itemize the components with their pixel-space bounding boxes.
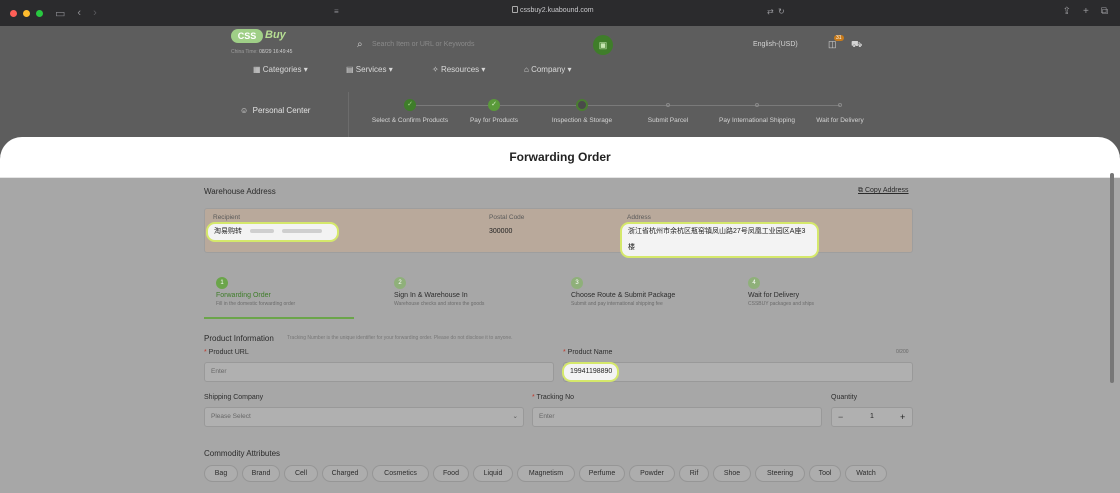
sidebar-toggle-icon[interactable]: ▭ (55, 7, 65, 20)
attribute-chip-bag[interactable]: Bag (204, 465, 238, 482)
tab-overview-icon[interactable]: ⧉ (1101, 6, 1108, 17)
attribute-chip-brand[interactable]: Brand (242, 465, 280, 482)
grid-icon: ▦ (253, 65, 263, 74)
flow-step-4: 4 Wait for Delivery CSSBUY packages and … (748, 277, 814, 307)
pending-step-icon (838, 103, 842, 107)
product-name-value: 19941198890 (562, 362, 619, 382)
reload-icon[interactable]: ↻ (778, 7, 785, 16)
china-time-label: China Time: (231, 49, 258, 55)
china-time: China Time: 08/29 16:49:45 (231, 49, 292, 55)
modal-title: Forwarding Order (509, 150, 611, 164)
window-controls (10, 9, 43, 17)
page-menu-icon[interactable]: ≡ (334, 7, 339, 16)
warehouse-section-title: Warehouse Address (204, 187, 276, 196)
sidebar-item-personal-center[interactable]: ☺ Personal Center (240, 106, 310, 115)
recipient-value: 淘易购转 (206, 222, 339, 242)
new-tab-icon[interactable]: + (1083, 6, 1089, 17)
address-value: 浙江省杭州市余杭区瓶窑镇凤山路27号凤凰工业园区A座3楼 (620, 222, 819, 258)
postal-code-label: Postal Code (489, 214, 525, 221)
address-label: Address (627, 214, 651, 221)
pending-step-icon (666, 103, 670, 107)
attribute-chip-tool[interactable]: Tool (809, 465, 841, 482)
copy-address-link[interactable]: ⧉ Copy Address (858, 187, 909, 195)
zoom-window-button[interactable] (36, 9, 43, 17)
close-window-button[interactable] (10, 9, 17, 17)
notification-badge: 31 (834, 35, 844, 41)
resources-icon: ✧ (432, 65, 441, 74)
attribute-chip-rif[interactable]: Rif (679, 465, 709, 482)
copy-icon: ⧉ (858, 187, 865, 194)
modal-scrollbar[interactable] (1110, 173, 1114, 383)
china-time-value: 08/29 16:49:45 (259, 49, 293, 55)
services-icon: ▤ (346, 65, 356, 74)
site-logo-buy: Buy (265, 29, 286, 41)
nav-categories[interactable]: ▦ Categories ▾ (253, 65, 308, 74)
check-icon: ✓ (488, 99, 500, 111)
search-input[interactable]: Search Item or URL or Keywords (372, 41, 474, 48)
attribute-chip-cosmetics[interactable]: Cosmetics (372, 465, 429, 482)
recipient-label: Recipient (213, 214, 241, 221)
product-url-label: * Product URL (204, 349, 249, 356)
postal-code-value: 300000 (489, 228, 513, 235)
nav-company[interactable]: ⌂ Company ▾ (524, 65, 572, 74)
redacted-text (250, 229, 274, 234)
quantity-value[interactable]: 1 (870, 408, 874, 426)
image-search-icon[interactable]: ▣ (593, 35, 613, 55)
increment-button[interactable]: + (900, 408, 905, 426)
attribute-chip-charged[interactable]: Charged (322, 465, 368, 482)
product-name-label: * Product Name (563, 349, 613, 356)
product-section-hint: Tracking Number is the unique identifier… (287, 335, 513, 341)
attribute-chip-perfume[interactable]: Perfume (579, 465, 625, 482)
attribute-chip-food[interactable]: Food (433, 465, 469, 482)
lock-icon (512, 6, 518, 13)
shipping-company-select[interactable]: Please Select ⌄ (204, 407, 524, 427)
person-icon: ☺ (240, 106, 251, 115)
order-step-6: Wait for Delivery (790, 99, 890, 124)
translate-icon[interactable]: ⇄ (767, 7, 774, 16)
quantity-stepper: − 1 + (831, 407, 913, 427)
product-url-input[interactable]: Enter (204, 362, 554, 382)
decrement-button[interactable]: − (838, 408, 843, 426)
attribute-chip-cell[interactable]: Cell (284, 465, 318, 482)
forwarding-order-modal: Forwarding Order Warehouse Address ⧉ Cop… (0, 137, 1120, 493)
company-icon: ⌂ (524, 65, 532, 74)
flow-step-1: 1 Forwarding Order Fill in the domestic … (216, 277, 295, 307)
browser-toolbar: ▭ ‹ › ≡ cssbuy2.kuabound.com ⇄ ↻ ⇪ + ⧉ (0, 0, 1120, 26)
attribute-chip-watch[interactable]: Watch (845, 465, 887, 482)
chevron-down-icon: ⌄ (512, 413, 518, 420)
share-icon[interactable]: ⇪ (1063, 6, 1071, 17)
site-logo[interactable]: CSS (231, 29, 263, 43)
tracking-no-input[interactable]: Enter (532, 407, 822, 427)
shipping-company-label: Shipping Company (204, 394, 264, 401)
language-selector[interactable]: English-(USD) (753, 41, 798, 48)
product-section-title: Product Information (204, 334, 274, 343)
nav-resources[interactable]: ✧ Resources ▾ (432, 65, 485, 74)
flow-step-2: 2 Sign In & Warehouse In Warehouse check… (394, 277, 484, 307)
check-icon: ✓ (404, 99, 416, 111)
back-icon[interactable]: ‹ (77, 7, 81, 19)
attribute-chip-magnetism[interactable]: Magnetism (517, 465, 575, 482)
minimize-window-button[interactable] (23, 9, 30, 17)
search-icon: ⌕ (357, 39, 363, 50)
attribute-chip-steering[interactable]: Steering (755, 465, 805, 482)
attribute-chip-shoe[interactable]: Shoe (713, 465, 751, 482)
modal-body: Warehouse Address ⧉ Copy Address Recipie… (0, 178, 1120, 493)
commodity-attributes-title: Commodity Attributes (204, 449, 281, 458)
nav-services[interactable]: ▤ Services ▾ (346, 65, 393, 74)
redacted-text (282, 229, 322, 234)
flow-step-3: 3 Choose Route & Submit Package Submit a… (571, 277, 675, 307)
active-step-underline (204, 317, 354, 319)
attribute-chip-powder[interactable]: Powder (629, 465, 675, 482)
attribute-chip-liquid[interactable]: Liquid (473, 465, 513, 482)
quantity-label: Quantity (831, 394, 858, 401)
cart-icon[interactable]: ⛟ (851, 39, 862, 51)
address-bar[interactable]: cssbuy2.kuabound.com (520, 7, 594, 14)
product-name-counter: 0/200 (896, 349, 909, 355)
tracking-no-label: * Tracking No (532, 394, 575, 401)
pending-step-icon (755, 103, 759, 107)
forward-icon[interactable]: › (93, 7, 97, 19)
current-step-icon (576, 99, 588, 111)
